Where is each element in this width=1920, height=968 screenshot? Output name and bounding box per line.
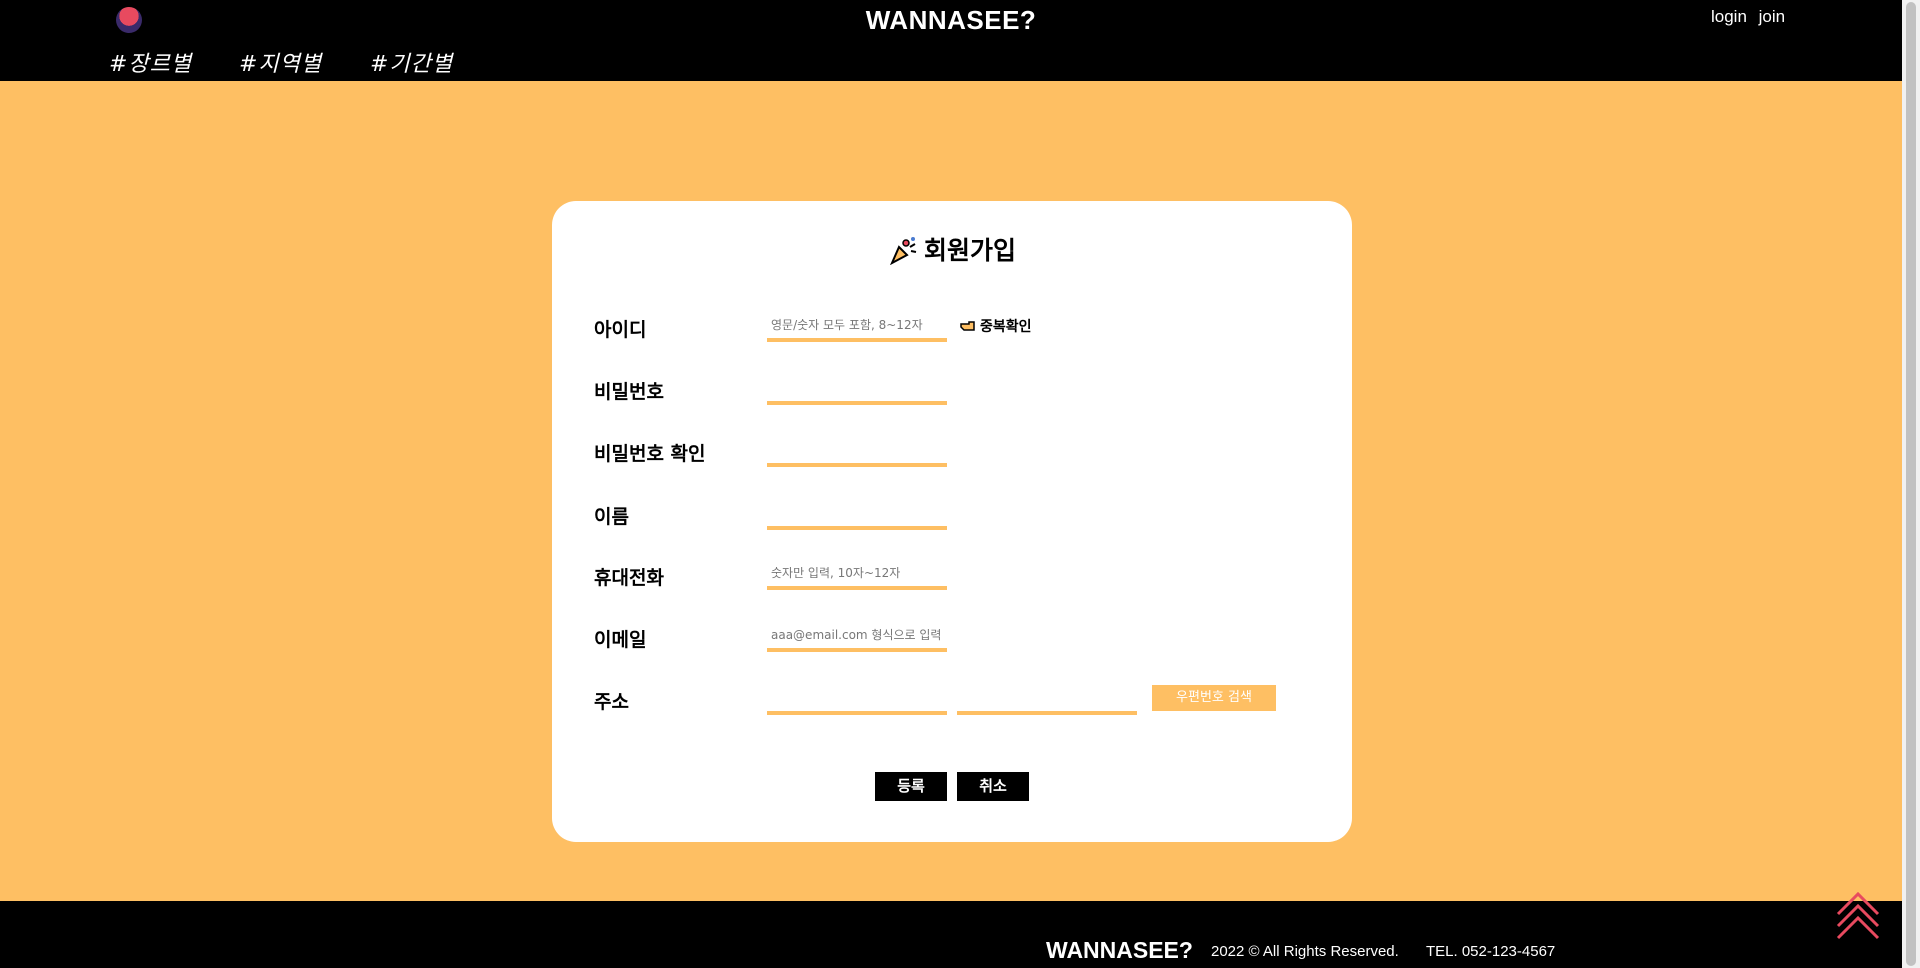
login-link[interactable]: login bbox=[1711, 7, 1747, 26]
id-label: 아이디 bbox=[594, 319, 647, 341]
password-field-wrap bbox=[767, 377, 949, 405]
email-field-wrap bbox=[767, 624, 949, 652]
footer-brand: WANNASEE? bbox=[1046, 937, 1193, 963]
password-confirm-field-wrap bbox=[767, 439, 949, 467]
pointing-hand-icon bbox=[959, 319, 977, 337]
password-confirm-input[interactable] bbox=[767, 439, 949, 461]
double-chevron-up-icon bbox=[1836, 891, 1880, 940]
id-input[interactable] bbox=[767, 314, 949, 336]
site-title[interactable]: WANNASEE? bbox=[0, 5, 1902, 36]
signup-title: 회원가입 bbox=[552, 231, 1352, 267]
nav-period[interactable]: #기간별 bbox=[370, 46, 453, 78]
submit-button[interactable]: 등록 bbox=[875, 772, 947, 801]
password-label: 비밀번호 bbox=[594, 381, 664, 403]
top-links: login join bbox=[1711, 7, 1792, 27]
password-confirm-label: 비밀번호 확인 bbox=[594, 443, 706, 465]
scrollbar-thumb[interactable] bbox=[1906, 2, 1916, 966]
join-link[interactable]: join bbox=[1759, 7, 1785, 26]
password-input[interactable] bbox=[767, 377, 949, 399]
party-popper-icon bbox=[889, 237, 917, 266]
footer: WANNASEE? 2022 © All Rights Reserved. TE… bbox=[0, 901, 1902, 968]
address-field-1-wrap bbox=[767, 687, 949, 715]
address-input-1[interactable] bbox=[767, 687, 949, 709]
email-label: 이메일 bbox=[594, 629, 647, 651]
footer-copyright: 2022 © All Rights Reserved. bbox=[1211, 943, 1399, 960]
phone-field-wrap bbox=[767, 562, 949, 590]
name-input[interactable] bbox=[767, 502, 949, 524]
nav-region[interactable]: #지역별 bbox=[239, 46, 322, 78]
scroll-top-button[interactable] bbox=[1836, 890, 1880, 942]
email-input[interactable] bbox=[767, 624, 949, 646]
duplicate-check-label: 중복확인 bbox=[980, 319, 1032, 335]
signup-title-text: 회원가입 bbox=[923, 236, 1016, 265]
name-label: 이름 bbox=[594, 506, 629, 528]
duplicate-check-button[interactable]: 중복확인 bbox=[959, 316, 1032, 337]
address-field-2-wrap bbox=[957, 687, 1139, 715]
name-field-wrap bbox=[767, 502, 949, 530]
signup-card: 회원가입 아이디 중복확인 비밀번호 비밀번호 확인 이름 휴대전화 이메일 주… bbox=[552, 201, 1352, 842]
page-scrollbar[interactable] bbox=[1902, 0, 1920, 968]
zip-search-button[interactable]: 우편번호 검색 bbox=[1152, 685, 1276, 711]
address-input-2[interactable] bbox=[957, 687, 1139, 709]
address-label: 주소 bbox=[594, 691, 629, 713]
nav-genre[interactable]: #장르별 bbox=[109, 46, 192, 78]
phone-label: 휴대전화 bbox=[594, 567, 664, 589]
cancel-button[interactable]: 취소 bbox=[957, 772, 1029, 801]
id-field-wrap bbox=[767, 314, 949, 342]
header: WANNASEE? login join #장르별 #지역별 #기간별 bbox=[0, 0, 1902, 81]
phone-input[interactable] bbox=[767, 562, 949, 584]
footer-tel: TEL. 052-123-4567 bbox=[1426, 943, 1556, 960]
